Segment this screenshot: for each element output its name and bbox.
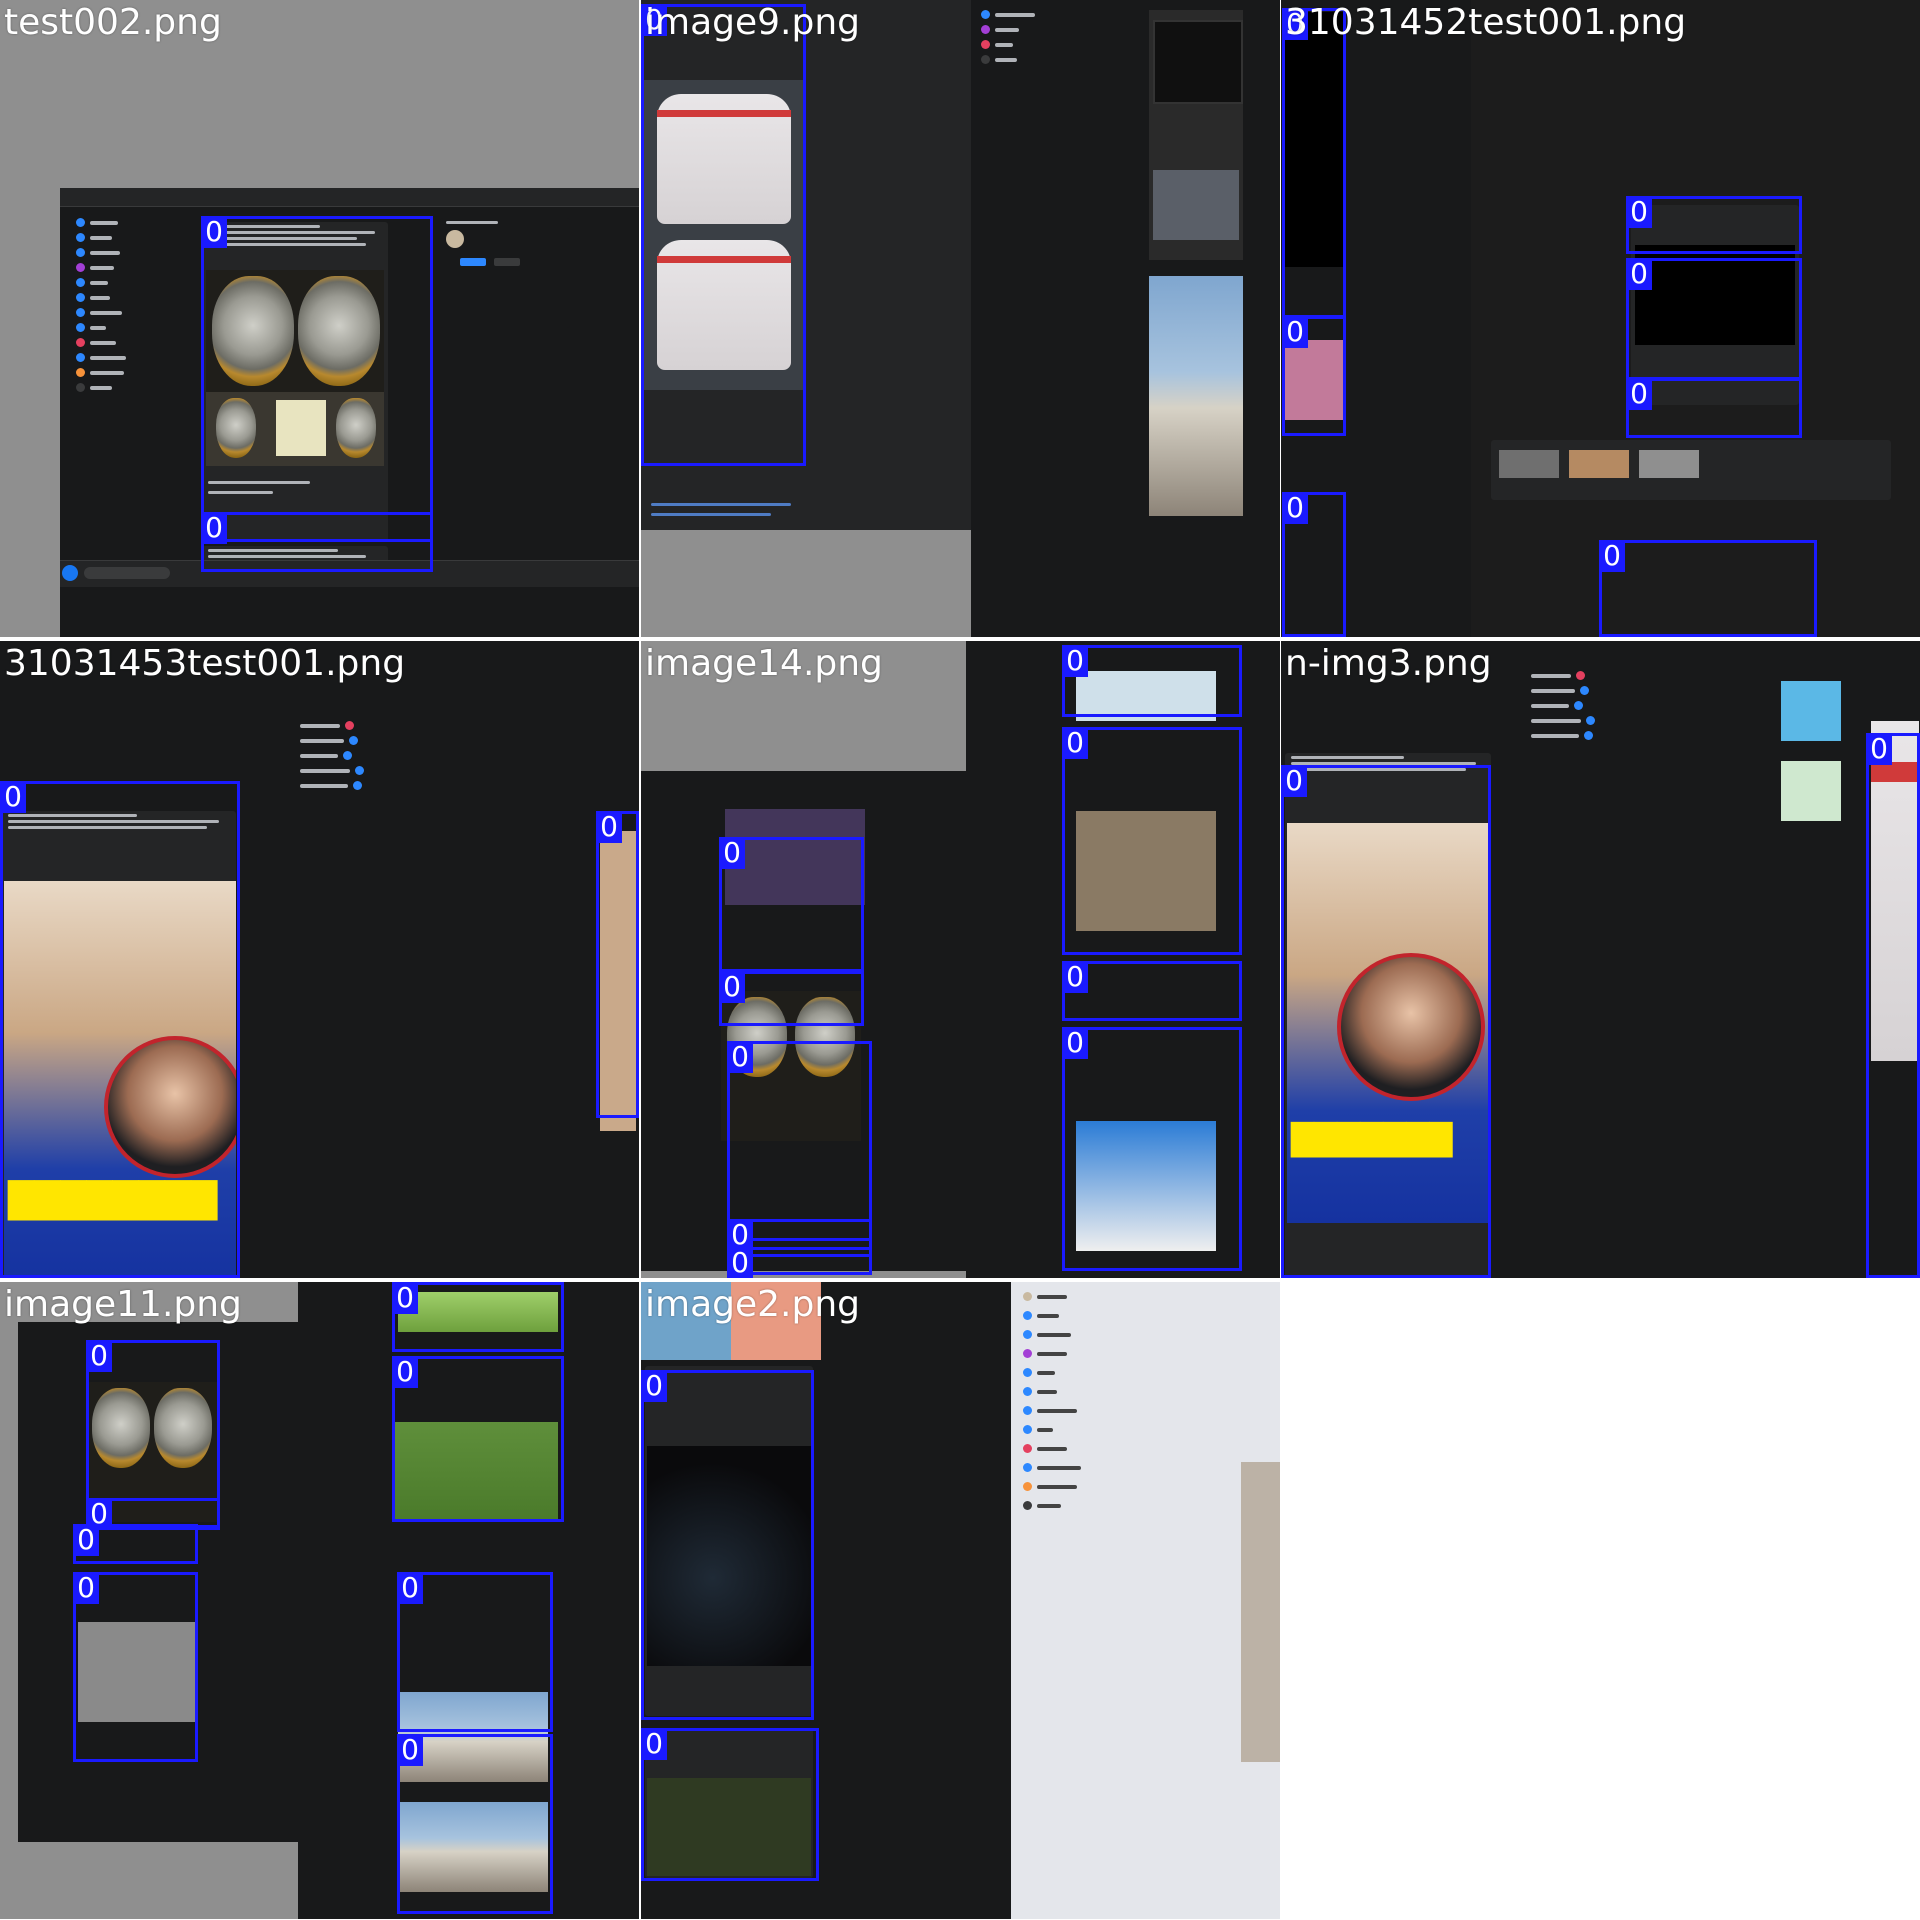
mosaic-tile: test002.png 0 0 [0, 0, 639, 637]
friends-icon [76, 233, 85, 242]
sidebar-item[interactable] [76, 278, 126, 287]
sidebar-item[interactable] [76, 353, 126, 362]
news-poster: ████████ [4, 881, 236, 1278]
fundraisers-icon [76, 368, 85, 377]
mosaic-tile: image14.png 0 0 0 0 0 0 0 0 0 [641, 641, 1280, 1278]
profile-icon [76, 218, 85, 227]
poster-caption: ████████ [8, 1181, 218, 1221]
screenshot-video [641, 1282, 1011, 1919]
mosaic-tile: image11.png 0 0 0 0 0 0 0 0 [0, 1282, 639, 1919]
tile-filename: image9.png [645, 2, 860, 43]
contacts-panel [440, 218, 570, 328]
screenshot-feed: ███████ [1281, 641, 1920, 1278]
search-input[interactable] [84, 567, 170, 579]
groups-icon [76, 278, 85, 287]
screenshot-feed: ████████ [0, 641, 639, 1278]
post-image [206, 270, 384, 466]
feed-post [202, 222, 388, 542]
post-image [643, 80, 803, 390]
screenshot-sidebar [1011, 1282, 1280, 1919]
sidebar-item[interactable] [76, 323, 126, 332]
screenshot-feed [60, 188, 639, 637]
video-post [1631, 205, 1799, 405]
post-image [725, 809, 865, 905]
screenshot-feed [641, 771, 966, 1271]
see-more-icon [76, 383, 85, 392]
empty-cell [1281, 1282, 1920, 1920]
video-icon [76, 293, 85, 302]
tile-filename: image14.png [645, 643, 883, 684]
portrait-circle [104, 1036, 236, 1178]
sidebar-item[interactable] [76, 218, 126, 227]
sidebar-item[interactable] [76, 308, 126, 317]
video-post [645, 1728, 813, 1878]
screenshot-sidebar [1471, 0, 1920, 637]
mosaic-tile: 31031453test001.png ████████ 0 0 [0, 641, 639, 1278]
tile-filename: image2.png [645, 1284, 860, 1325]
jersey-image [657, 240, 791, 370]
tile-filename: test002.png [4, 2, 222, 43]
tile-filename: n-img3.png [1285, 643, 1492, 684]
ads-manager-icon [76, 353, 85, 362]
video-post [645, 1366, 813, 1716]
screenshot-sidebar [971, 0, 1280, 637]
tile-filename: 31031453test001.png [4, 643, 406, 684]
right-sidebar [300, 721, 364, 790]
post-image [88, 1382, 218, 1522]
sidebar-item[interactable] [76, 383, 126, 392]
facebook-icon[interactable] [62, 565, 78, 581]
poster-caption: ███████ [1291, 1123, 1453, 1158]
portrait-circle [1337, 953, 1485, 1101]
news-poster: ███████ [1287, 823, 1489, 1223]
feed-post: ████████ [2, 811, 236, 1278]
top-bar [60, 188, 639, 207]
left-sidebar [981, 10, 1035, 64]
events-icon [76, 338, 85, 347]
house-image [398, 1802, 548, 1892]
mosaic-tile: image2.png 0 0 [641, 1282, 1280, 1919]
memories-icon [76, 248, 85, 257]
tile-filename: image11.png [4, 1284, 242, 1325]
feeds-icon [76, 323, 85, 332]
screenshot-feed [18, 1322, 298, 1842]
sidebar-item[interactable] [76, 248, 126, 257]
post-image [1149, 10, 1243, 260]
screenshot-post [641, 0, 971, 530]
sidebar-item[interactable] [76, 368, 126, 377]
mosaic-tile: n-img3.png ███████ 0 0 [1281, 641, 1920, 1278]
house-image [1149, 276, 1243, 516]
sidebar-item[interactable] [76, 233, 126, 242]
post-image [78, 1622, 198, 1722]
mosaic-tile: 31031452test001.png 0 0 0 0 0 0 0 [1281, 0, 1920, 637]
marketplace-row [1491, 440, 1891, 500]
left-sidebar [76, 218, 126, 392]
marketplace-icon [76, 308, 85, 317]
thumbnail-image [398, 1292, 558, 1332]
jersey-image [657, 94, 791, 224]
post-image [721, 991, 861, 1141]
saved-icon [76, 263, 85, 272]
screenshot-feed [1281, 0, 1471, 637]
left-sidebar [1023, 1292, 1081, 1510]
tile-filename: 31031452test001.png [1285, 2, 1687, 43]
sidebar-item[interactable] [76, 338, 126, 347]
taskbar [60, 560, 639, 587]
right-sidebar [1531, 671, 1595, 740]
screenshot-feed [966, 641, 1280, 1278]
screenshot-feed [298, 1282, 639, 1919]
soccer-image [392, 1422, 558, 1522]
sidebar-item[interactable] [76, 263, 126, 272]
feed-post: ███████ [1285, 753, 1491, 1278]
house-image [398, 1692, 548, 1782]
mosaic-tile: image9.png 0 [641, 0, 1280, 637]
sidebar-item[interactable] [76, 293, 126, 302]
